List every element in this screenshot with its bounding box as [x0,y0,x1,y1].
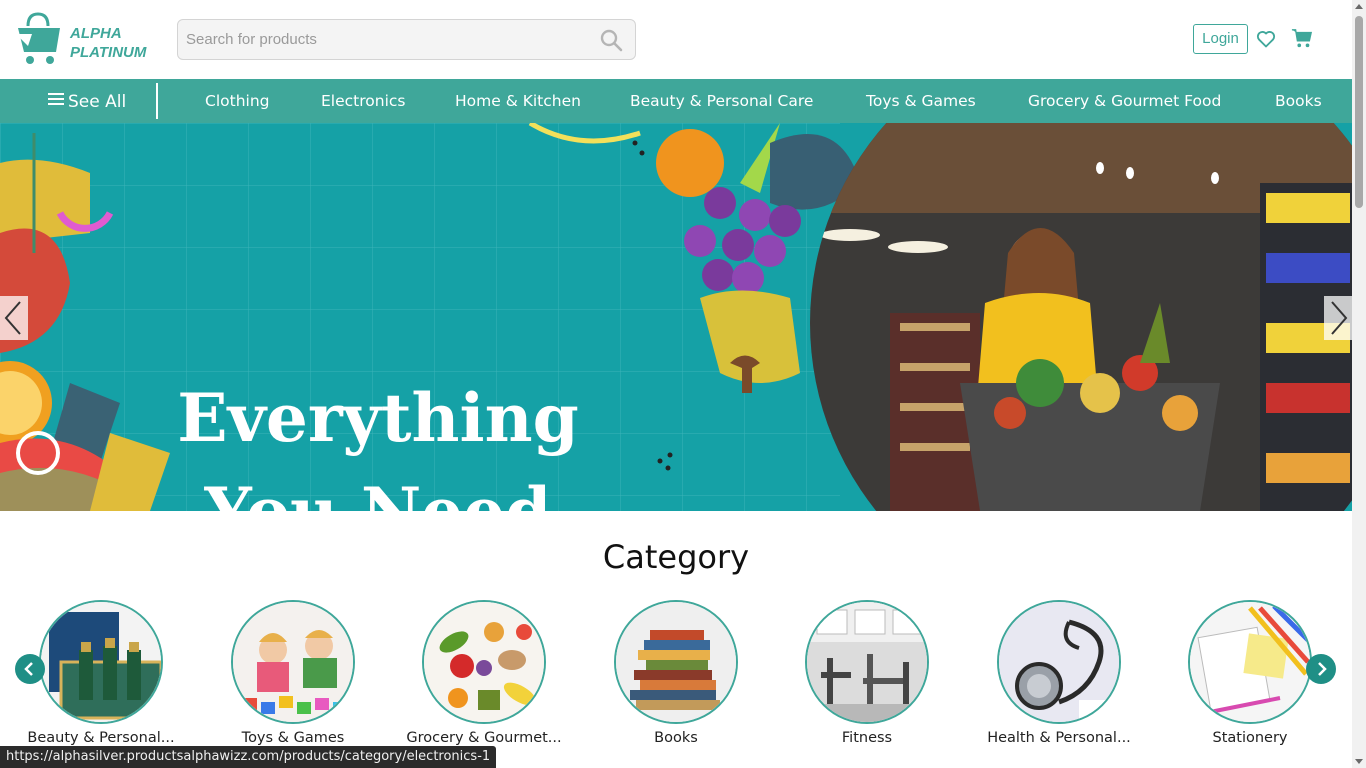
nav-item-beauty-personal-care[interactable]: Beauty & Personal Care [630,79,813,123]
nav-divider [156,83,158,119]
category-label: Health & Personal... [987,730,1131,746]
link-status-bar: https://alphasilver.productsalphawizz.co… [0,746,497,768]
login-button[interactable]: Login [1193,24,1248,54]
search-box [177,19,636,60]
scroll-up-arrow-icon[interactable] [1355,4,1363,9]
gym-image [805,600,929,724]
category-label: Toys & Games [241,730,345,746]
vegetables-image [422,600,546,724]
logo[interactable]: ALPHA PLATINUM [14,12,154,68]
logo-line-1: ALPHA [70,25,122,42]
chevron-left-icon [24,662,33,676]
nav-item-electronics[interactable]: Electronics [321,79,405,123]
shopping-bag-logo-icon [16,12,60,64]
logo-text: ALPHA PLATINUM [70,24,146,62]
search-input[interactable] [186,20,586,59]
nav-item-clothing[interactable]: Clothing [205,79,269,123]
banner-headline-line-2: You Need [148,465,608,511]
category-label: Books [654,730,698,746]
nav-item-toys-games[interactable]: Toys & Games [866,79,976,123]
scroll-down-arrow-icon[interactable] [1355,759,1363,764]
see-all-button[interactable]: See All [48,79,126,123]
page-scrollbar[interactable] [1352,0,1366,768]
banner-next-button[interactable] [1324,296,1352,340]
toys-image [231,600,355,724]
page: ALPHA PLATINUM Login See All Clothing [0,0,1366,768]
category-nav: See All Clothing Electronics Home & Kitc… [0,79,1352,123]
nav-item-books[interactable]: Books [1275,79,1322,123]
category-section-title: Category [602,538,750,576]
wishlist-heart-icon[interactable] [1256,29,1276,49]
category-label: Beauty & Personal... [27,730,175,746]
banner-prev-button[interactable] [0,296,28,340]
banner-headline-line-1: Everything [177,379,579,457]
stationery-image [1188,600,1312,724]
stethoscope-image [997,600,1121,724]
cart-icon[interactable] [1291,27,1313,49]
category-prev-button[interactable] [15,654,45,684]
cosmetics-image [39,600,163,724]
category-next-button[interactable] [1306,654,1336,684]
nav-item-home-kitchen[interactable]: Home & Kitchen [455,79,581,123]
see-all-label: See All [68,92,127,112]
books-image [614,600,738,724]
search-icon[interactable] [599,28,623,52]
nav-item-grocery-gourmet-food[interactable]: Grocery & Gourmet Food [1028,79,1221,123]
header: ALPHA PLATINUM Login [0,0,1352,79]
category-label: Stationery [1212,730,1288,746]
chevron-right-icon [1331,301,1348,335]
chevron-right-icon [1318,662,1327,676]
banner-headline: Everything You Need [148,371,608,511]
category-label: Grocery & Gourmet... [406,730,562,746]
logo-line-2: PLATINUM [70,44,147,61]
scrollbar-thumb[interactable] [1355,16,1363,208]
chevron-left-icon [4,301,21,335]
hero-banner[interactable]: Everything You Need [0,123,1352,511]
hamburger-icon [48,90,64,108]
category-label: Fitness [841,730,893,746]
